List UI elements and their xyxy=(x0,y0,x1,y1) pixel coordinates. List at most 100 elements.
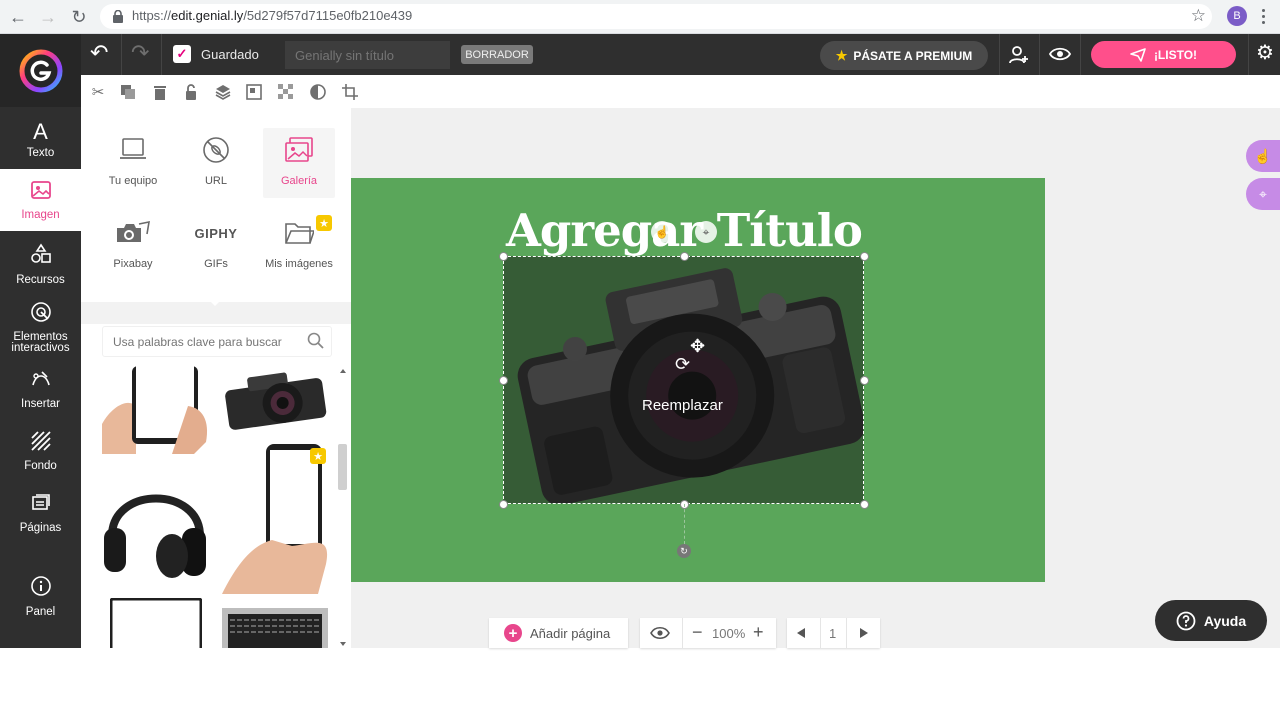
toolbar-separator xyxy=(161,34,162,75)
replace-label[interactable]: Reemplazar xyxy=(642,397,723,414)
resize-handle[interactable] xyxy=(499,376,508,385)
app-topbar xyxy=(0,34,1280,75)
folder-icon xyxy=(284,214,314,252)
help-label: Ayuda xyxy=(1203,612,1247,629)
toolbar-separator xyxy=(999,34,1000,75)
url-link-icon xyxy=(201,131,231,169)
sidebar-item-fondo[interactable]: Fondo xyxy=(0,431,81,472)
slide-title[interactable]: Agregar Título xyxy=(506,204,863,257)
sidebar-item-panel[interactable]: Panel xyxy=(0,575,81,618)
sidebar-item-texto[interactable]: A Texto xyxy=(0,119,81,160)
premium-star-icon: ★ xyxy=(310,448,326,464)
resize-handle[interactable] xyxy=(860,500,869,509)
reload-icon[interactable]: ↻ xyxy=(68,6,90,28)
align-icon[interactable] xyxy=(244,82,264,102)
help-question-icon xyxy=(1176,611,1196,630)
transparency-icon[interactable] xyxy=(276,82,296,102)
forward-icon[interactable]: → xyxy=(37,6,59,28)
source-label: Tu equipo xyxy=(108,175,158,187)
title-input[interactable] xyxy=(285,41,450,69)
next-page-icon[interactable] xyxy=(860,628,868,638)
add-page-button[interactable]: + Añadir página xyxy=(489,618,628,648)
resize-handle[interactable] xyxy=(499,252,508,261)
bookmark-star-icon[interactable]: ☆ xyxy=(1191,6,1206,26)
url-domain: edit.genial.ly xyxy=(171,8,244,23)
preview-eye-icon[interactable] xyxy=(1048,46,1072,67)
search-icon[interactable] xyxy=(307,332,324,349)
replace-icon[interactable]: ⟳ xyxy=(675,354,690,375)
gallery-thumb-camera[interactable] xyxy=(220,366,330,432)
cut-icon[interactable]: ✂ xyxy=(88,82,108,102)
previous-page-icon[interactable] xyxy=(797,628,805,638)
animation-float-icon[interactable]: ⌖ xyxy=(1246,178,1280,210)
premium-label: PÁSATE A PREMIUM xyxy=(853,48,973,63)
gallery-thumb-laptop[interactable] xyxy=(220,606,330,648)
zoom-out-icon[interactable]: − xyxy=(692,622,703,643)
filter-icon[interactable] xyxy=(308,82,328,102)
pages-icon xyxy=(31,493,51,518)
url-path: /5d279f57d7115e0fb210e439 xyxy=(243,8,413,23)
sidebar-item-insertar[interactable]: Insertar xyxy=(0,369,81,410)
search-input[interactable] xyxy=(103,327,315,356)
page-control: 1 xyxy=(787,618,880,648)
undo-icon[interactable]: ↶ xyxy=(90,40,108,66)
premium-star-icon: ★ xyxy=(316,215,332,231)
zoom-in-icon[interactable]: + xyxy=(753,622,764,643)
gallery-thumb-headphones[interactable] xyxy=(102,466,210,586)
help-button[interactable]: Ayuda xyxy=(1155,600,1267,641)
delete-trash-icon[interactable] xyxy=(150,82,170,102)
interactivity-hand-icon[interactable]: ☝ xyxy=(651,221,673,243)
gallery-thumb-phone-hand[interactable] xyxy=(102,366,210,454)
browser-menu-icon[interactable] xyxy=(1256,5,1270,27)
settings-gear-icon[interactable]: ⚙ xyxy=(1256,40,1274,65)
panel-pointer xyxy=(207,298,223,306)
layers-icon[interactable] xyxy=(213,82,233,102)
source-tu-equipo[interactable]: Tu equipo xyxy=(97,131,169,195)
animation-icon[interactable]: ⌖ xyxy=(695,221,717,243)
camera-icon xyxy=(115,214,151,252)
background-icon xyxy=(30,431,51,456)
genially-logo-icon xyxy=(19,49,62,92)
source-galeria[interactable]: Galería xyxy=(263,128,335,198)
star-icon: ★ xyxy=(835,47,848,63)
resources-icon xyxy=(30,243,52,270)
resize-handle[interactable] xyxy=(860,376,869,385)
gallery-thumb-phone-in-hand[interactable] xyxy=(222,444,330,594)
rotate-handle-icon[interactable]: ↻ xyxy=(677,544,691,558)
resize-handle[interactable] xyxy=(860,252,869,261)
interactivity-float-icon[interactable]: ☝ xyxy=(1246,140,1280,172)
premium-button[interactable]: ★ PÁSATE A PREMIUM xyxy=(820,41,988,70)
sidebar-item-imagen[interactable]: Imagen xyxy=(0,169,81,231)
source-url[interactable]: URL xyxy=(180,131,252,195)
source-pixabay[interactable]: Pixabay xyxy=(97,214,169,276)
insert-icon xyxy=(30,369,52,394)
sidebar-item-paginas[interactable]: Páginas xyxy=(0,493,81,534)
resize-handle[interactable] xyxy=(680,252,689,261)
sidebar-item-recursos[interactable]: Recursos xyxy=(0,243,81,286)
resize-handle[interactable] xyxy=(499,500,508,509)
text-icon: A xyxy=(33,119,48,144)
profile-avatar[interactable]: B xyxy=(1227,6,1247,26)
preview-eye-icon[interactable] xyxy=(650,626,670,645)
address-bar[interactable]: https://edit.genial.ly/5d279f57d7115e0fb… xyxy=(100,4,1212,29)
source-gifs[interactable]: GIPHY GIFs xyxy=(180,214,252,276)
gallery-thumb-monitor[interactable] xyxy=(110,598,202,648)
sidebar-item-elementos-interactivos[interactable]: Elementos interactivos xyxy=(0,301,81,354)
ready-label: ¡LISTO! xyxy=(1153,47,1198,62)
selected-image[interactable] xyxy=(503,256,864,504)
sidebar-item-label: Texto xyxy=(26,147,55,159)
crop-icon[interactable] xyxy=(340,82,360,102)
genially-logo[interactable] xyxy=(0,34,81,107)
lock-element-icon[interactable] xyxy=(181,82,201,102)
ready-button[interactable]: ¡LISTO! xyxy=(1091,41,1236,68)
redo-icon[interactable]: ↷ xyxy=(131,40,149,66)
scrollbar-thumb[interactable] xyxy=(338,444,347,490)
saved-status: Guardado xyxy=(201,47,259,62)
saved-check-icon: ✓ xyxy=(173,45,191,63)
gallery-scrollbar[interactable] xyxy=(337,363,348,648)
source-label: URL xyxy=(204,175,227,187)
add-collaborator-icon[interactable] xyxy=(1008,44,1030,71)
duplicate-icon[interactable] xyxy=(118,82,138,102)
back-icon[interactable]: ← xyxy=(7,6,29,28)
lock-icon xyxy=(113,10,123,23)
